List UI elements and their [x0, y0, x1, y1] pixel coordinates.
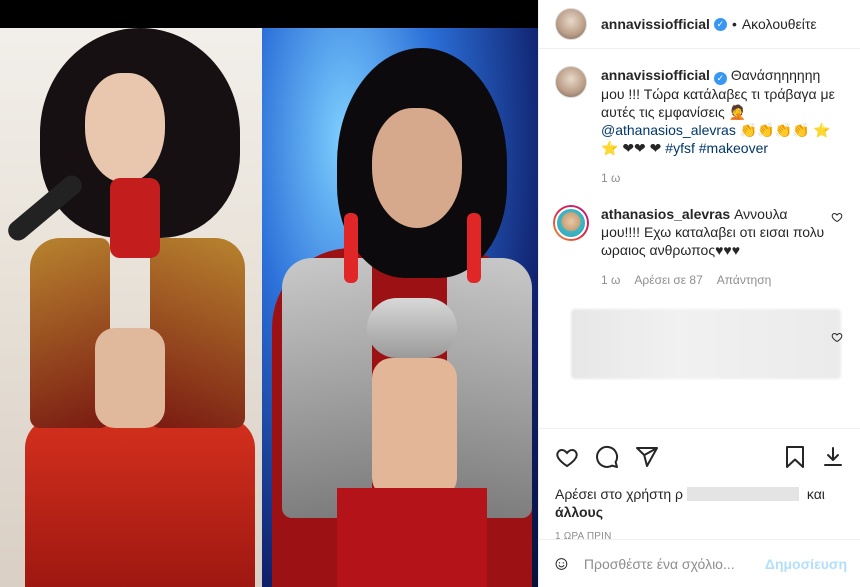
caption-item: annavissiofficial ✓ Θανάσηηηηηη μου !!! Τ…: [555, 66, 845, 185]
comment-time[interactable]: 1 ω: [601, 273, 620, 287]
post-comment-button[interactable]: Δημοσίευση: [765, 556, 847, 572]
comment-text: athanasios_alevras Αννουλα μου!!!! Εχω κ…: [601, 205, 825, 259]
comment-bubble-icon[interactable]: [595, 445, 619, 469]
figure-part: [372, 358, 457, 498]
heart-icon[interactable]: [831, 211, 843, 223]
comment-meta: 1 ω Αρέσει σε 87 Απάντηση: [601, 273, 825, 287]
comment-username[interactable]: athanasios_alevras: [601, 206, 730, 222]
post-sidebar: annavissiofficial ✓ • Ακολουθείτε annavi…: [538, 0, 860, 587]
likes-summary[interactable]: Αρέσει στο χρήστη ρ και άλλους: [555, 485, 845, 521]
verified-badge-icon: ✓: [713, 72, 727, 85]
figure-part: [337, 488, 487, 587]
avatar: [555, 207, 587, 239]
header-username[interactable]: annavissiofficial: [601, 16, 710, 32]
figure-part: [372, 108, 462, 228]
story-ring-avatar[interactable]: [553, 205, 589, 241]
verified-badge-icon: ✓: [713, 17, 727, 31]
comment-item-blurred: [555, 309, 845, 379]
hashtag-link[interactable]: #yfsf: [665, 140, 695, 156]
bookmark-icon[interactable]: [783, 445, 807, 469]
figure-part: [367, 298, 457, 358]
add-comment-bar: Δημοσίευση: [539, 539, 860, 587]
figure-part: [447, 258, 532, 518]
caption-text: annavissiofficial ✓ Θανάσηηηηηη μου !!! Τ…: [601, 66, 837, 157]
likes-suffix: και: [802, 486, 825, 502]
figure-part: [110, 178, 160, 258]
likes-others[interactable]: άλλους: [555, 504, 603, 520]
smiley-icon[interactable]: [555, 552, 568, 576]
figure-part: [95, 328, 165, 428]
post-media[interactable]: [0, 0, 538, 587]
comment-item: athanasios_alevras Αννουλα μου!!!! Εχω κ…: [553, 205, 845, 287]
avatar[interactable]: [555, 66, 587, 98]
figure-part: [467, 213, 481, 283]
figure-part: [85, 73, 165, 183]
figure-part: [344, 213, 358, 283]
action-bar: [555, 437, 845, 477]
paper-plane-icon[interactable]: [635, 445, 659, 469]
avatar[interactable]: [555, 8, 587, 40]
comment-input[interactable]: [583, 555, 765, 572]
redacted-username: [686, 487, 799, 501]
following-button[interactable]: Ακολουθείτε: [742, 16, 817, 32]
comment-likes[interactable]: Αρέσει σε 87: [634, 273, 702, 287]
photo-right-makeover: [262, 28, 538, 587]
caption-time[interactable]: 1 ω: [601, 171, 620, 185]
heart-icon[interactable]: [831, 331, 843, 343]
heart-icon[interactable]: [555, 445, 579, 469]
figure-part: [25, 418, 255, 587]
caption-meta: 1 ω: [601, 171, 837, 185]
comments-list[interactable]: annavissiofficial ✓ Θανάσηηηηηη μου !!! Τ…: [539, 50, 860, 428]
hashtag-link[interactable]: #makeover: [699, 140, 768, 156]
post-header: annavissiofficial ✓ • Ακολουθείτε: [539, 0, 860, 49]
post-actions: Αρέσει στο χρήστη ρ και άλλους 1 ΩΡΑ ΠΡΙ…: [539, 428, 860, 542]
likes-prefix: Αρέσει στο χρήστη ρ: [555, 486, 683, 502]
separator-dot: •: [731, 16, 737, 32]
caption-username[interactable]: annavissiofficial: [601, 67, 710, 83]
reply-button[interactable]: Απάντηση: [717, 273, 772, 287]
download-icon[interactable]: [821, 445, 845, 469]
mention-link[interactable]: @athanasios_alevras: [601, 122, 736, 138]
figure-part: [282, 258, 372, 518]
redacted-comment: [571, 309, 841, 379]
photo-left-singer: [0, 28, 262, 587]
